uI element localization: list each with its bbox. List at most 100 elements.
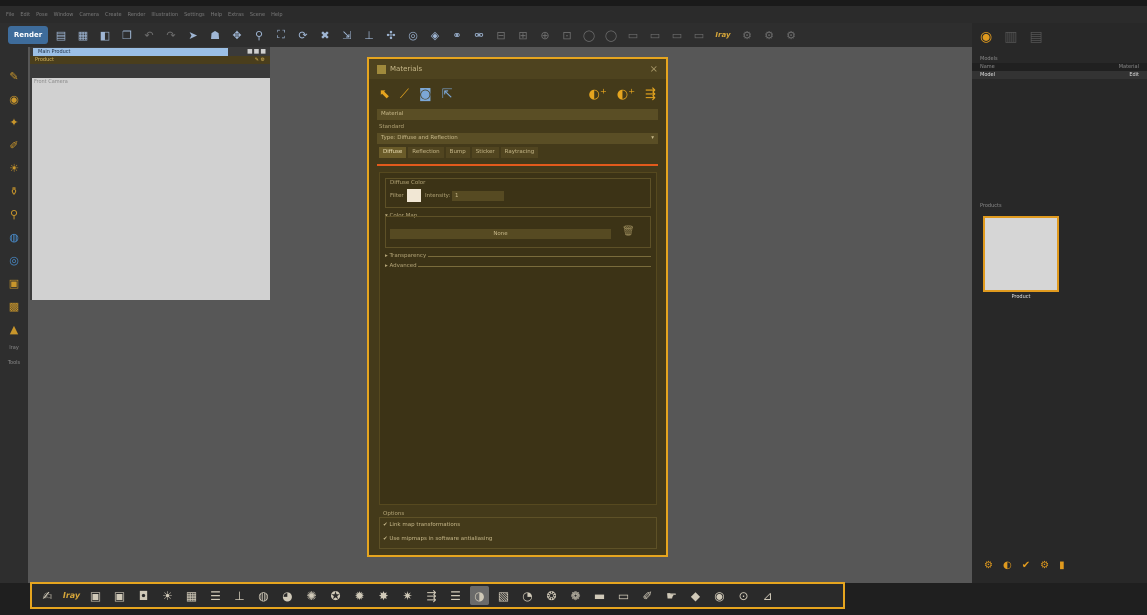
settings-icon[interactable]: ⚙ xyxy=(738,26,756,44)
pin-light-icon[interactable]: ✪ xyxy=(326,586,345,605)
open-file-icon[interactable]: ▦ xyxy=(74,26,92,44)
menu-item[interactable]: Extras xyxy=(228,12,244,18)
menu-item[interactable]: File xyxy=(6,12,14,18)
graph-icon[interactable]: ⊿ xyxy=(758,586,777,605)
unlink-icon[interactable]: ⚮ xyxy=(470,26,488,44)
render-image-2-icon[interactable]: ▣ xyxy=(110,586,129,605)
image-icon[interactable]: ▣ xyxy=(5,274,23,292)
ruler-icon[interactable]: ▭ xyxy=(614,586,633,605)
menu-item[interactable]: Render xyxy=(128,12,146,18)
move-icon[interactable]: ✖ xyxy=(316,26,334,44)
scene-tab[interactable]: Main Product xyxy=(33,47,228,56)
material-name-field[interactable]: Material xyxy=(377,109,658,120)
zoom-icon[interactable]: ⚲ xyxy=(250,26,268,44)
eye-icon[interactable]: ◉ xyxy=(980,29,992,45)
sun-icon[interactable]: ☀ xyxy=(5,159,23,177)
layout-3-icon[interactable]: ▭ xyxy=(668,26,686,44)
hand-icon[interactable]: ☛ xyxy=(662,586,681,605)
sun-icon[interactable]: ☀ xyxy=(158,586,177,605)
trash-icon[interactable]: ▮ xyxy=(1059,560,1065,571)
sphere-icon[interactable]: ◎ xyxy=(404,26,422,44)
image-map-icon[interactable]: ▧ xyxy=(494,586,513,605)
model-row[interactable]: Model Edit xyxy=(972,71,1147,79)
menu-item[interactable]: Illustration xyxy=(151,12,178,18)
viewport-camera-label[interactable]: Front Camera xyxy=(34,79,68,85)
filter-color-swatch[interactable] xyxy=(407,189,421,202)
iray-dock-button[interactable]: Iray xyxy=(62,586,81,605)
tab-sticker[interactable]: Sticker xyxy=(471,147,499,158)
bottle-icon[interactable]: ⚱ xyxy=(5,182,23,200)
duplicate-icon[interactable]: ◐ xyxy=(1003,560,1012,571)
camera-icon[interactable]: ◉ xyxy=(5,90,23,108)
sliders-icon[interactable]: ☰ xyxy=(206,586,225,605)
anchor-icon[interactable]: ⊥ xyxy=(360,26,378,44)
wizard-icon[interactable]: ✍ xyxy=(38,586,57,605)
model-edit[interactable]: Edit xyxy=(1129,72,1139,78)
menu-item[interactable]: Settings xyxy=(184,12,205,18)
environment-icon[interactable]: ◔ xyxy=(518,586,537,605)
link-map-checkbox[interactable]: ✔ Link map transformations xyxy=(383,522,460,528)
menu-item[interactable]: Help xyxy=(271,12,282,18)
compass-icon[interactable]: ◍ xyxy=(254,586,273,605)
menu-item[interactable]: Window xyxy=(54,12,74,18)
light-icon[interactable]: ☗ xyxy=(206,26,224,44)
grid-icon[interactable]: ⊡ xyxy=(558,26,576,44)
help-icon[interactable]: ⚙ xyxy=(760,26,778,44)
bump-icon[interactable]: ❁ xyxy=(566,586,585,605)
snap-icon[interactable]: ⊕ xyxy=(536,26,554,44)
shader-icon[interactable]: ◕ xyxy=(278,586,297,605)
frame-icon[interactable]: ⛶ xyxy=(272,26,290,44)
brush-icon[interactable]: ✐ xyxy=(5,136,23,154)
pan-icon[interactable]: ✥ xyxy=(228,26,246,44)
stack-icon[interactable]: ⇶ xyxy=(422,586,441,605)
list-icon[interactable]: ☰ xyxy=(446,586,465,605)
lamp-icon[interactable]: ⚲ xyxy=(5,205,23,223)
orbit-icon[interactable]: ✣ xyxy=(382,26,400,44)
light-bulb-icon[interactable]: ✦ xyxy=(5,113,23,131)
menu-item[interactable]: Help xyxy=(211,12,222,18)
menu-item[interactable]: Camera xyxy=(79,12,99,18)
color-map-field[interactable]: None xyxy=(390,229,611,239)
spot-icon[interactable]: ✹ xyxy=(350,586,369,605)
globe-icon[interactable]: ◍ xyxy=(5,228,23,246)
dialog-titlebar[interactable]: Materials × xyxy=(369,59,666,79)
apply-material-icon[interactable]: ⟋ xyxy=(400,87,409,102)
tab-raytracing[interactable]: Raytracing xyxy=(500,147,539,158)
target-icon[interactable]: ◎ xyxy=(5,251,23,269)
edit-icon[interactable]: ✔ xyxy=(1022,560,1030,571)
pointer-select-icon[interactable]: ⇱ xyxy=(442,87,453,102)
extra-icon[interactable]: ⚙ xyxy=(782,26,800,44)
tab-bump[interactable]: Bump xyxy=(445,147,470,158)
add-icon[interactable]: ⚙ xyxy=(984,560,993,571)
layout-1-icon[interactable]: ▭ xyxy=(624,26,642,44)
film-icon[interactable]: ▬ xyxy=(590,586,609,605)
advanced-toggle[interactable]: ▸ Advanced xyxy=(385,263,417,269)
view-2-icon[interactable]: ◯ xyxy=(602,26,620,44)
new-file-icon[interactable]: ▤ xyxy=(52,26,70,44)
align-icon[interactable]: ⊟ xyxy=(492,26,510,44)
library-icon[interactable]: ▥ xyxy=(1004,29,1017,45)
intensity-field[interactable]: 1 xyxy=(452,191,504,201)
new-material-icon[interactable]: ◐⁺ xyxy=(589,87,607,102)
stack-down-icon[interactable]: ⇶ xyxy=(645,87,656,102)
view-circle-icon[interactable]: ◯ xyxy=(580,26,598,44)
transparency-toggle[interactable]: ▸ Transparency xyxy=(385,253,426,259)
background-icon[interactable]: ▦ xyxy=(182,586,201,605)
menu-item[interactable]: Pose xyxy=(36,12,48,18)
menu-item[interactable]: Create xyxy=(105,12,122,18)
scale-icon[interactable]: ⇲ xyxy=(338,26,356,44)
link-icon[interactable]: ⚭ xyxy=(448,26,466,44)
menu-item[interactable]: Scene xyxy=(250,12,265,18)
layout-2-icon[interactable]: ▭ xyxy=(646,26,664,44)
paint-brush-icon[interactable]: ✐ xyxy=(638,586,657,605)
scene-product-label[interactable]: Product xyxy=(35,57,54,63)
light-list-icon[interactable]: ✷ xyxy=(398,586,417,605)
distribute-icon[interactable]: ⊞ xyxy=(514,26,532,44)
scene-window-controls[interactable]: ■■■ xyxy=(247,48,267,55)
viewport[interactable]: Front Camera xyxy=(32,78,270,300)
settings-icon[interactable]: ⚙ xyxy=(1040,560,1049,571)
document-icon[interactable]: ▤ xyxy=(1029,29,1042,45)
redo-icon[interactable]: ↷ xyxy=(162,26,180,44)
layout-4-icon[interactable]: ▭ xyxy=(690,26,708,44)
add-layer-icon[interactable]: ◐⁺ xyxy=(617,87,635,102)
